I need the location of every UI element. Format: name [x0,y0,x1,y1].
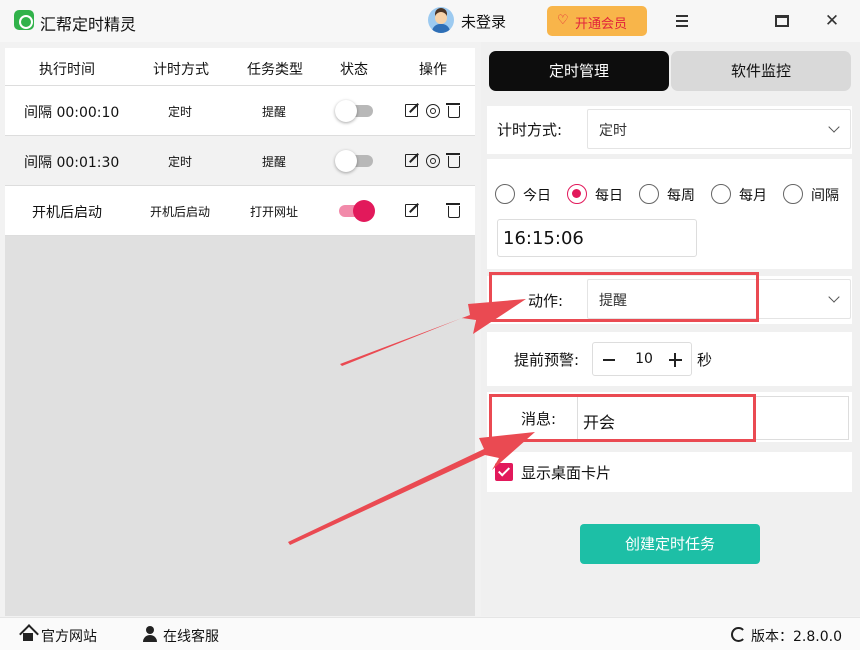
row-mode: 开机后启动 [150,205,211,219]
time-input[interactable]: 16:15:06 [497,219,697,257]
row-type: 提醒 [262,105,287,119]
advance-warning-label: 提前预警: [514,351,580,369]
version-label: 版本：2.8.0.0 [751,629,842,645]
row-time: 开机后启动 [32,205,102,221]
header-mode: 计时方式 [153,62,209,78]
user-avatar[interactable] [428,7,454,33]
create-task-button[interactable]: 创建定时任务 [580,524,760,564]
minus-icon[interactable] [603,359,615,361]
header-status: 状态 [340,62,368,78]
home-icon [20,626,36,642]
title-bar: 汇帮定时精灵 未登录 ♡ 开通会员 ✕ [0,0,860,42]
maximize-icon[interactable] [770,9,794,33]
diamond-icon: ♡ [557,13,569,28]
header-time: 执行时间 [39,62,95,78]
menu-icon[interactable] [670,9,694,33]
vip-button-label: 开通会员 [575,17,628,32]
trash-icon[interactable] [445,150,463,170]
header-type: 任务类型 [247,62,303,78]
highlight-message-box [489,394,756,442]
trash-icon[interactable] [445,200,463,220]
show-card-label: 显示桌面卡片 [521,464,612,482]
tab-software-monitor[interactable]: 软件监控 [671,51,851,91]
chevron-down-icon [828,291,840,303]
timing-mode-select[interactable]: 定时 [587,109,851,149]
edit-icon[interactable] [403,200,421,220]
timer-form-panel: 定时管理 软件监控 计时方式: 定时 今日 每日 每周 每月 间隔 16:15:… [481,42,860,616]
target-icon[interactable] [424,100,442,120]
app-title: 汇帮定时精灵 [40,15,137,34]
table-row[interactable]: 间隔 00:00:10 定时 提醒 [5,86,475,136]
edit-icon[interactable] [403,150,421,170]
task-list-panel: 执行时间 计时方式 任务类型 状态 操作 间隔 00:00:10 定时 提醒 间… [5,48,475,616]
status-toggle[interactable] [335,100,373,122]
row-type: 打开网址 [250,205,299,219]
timing-mode-card: 计时方式: 定时 [487,106,852,154]
row-time: 间隔 00:01:30 [24,155,120,171]
table-row[interactable]: 间隔 00:01:30 定时 提醒 [5,136,475,186]
header-actions: 操作 [419,62,447,78]
status-toggle[interactable] [335,200,375,222]
refresh-icon[interactable] [731,627,746,642]
row-mode: 定时 [168,155,193,169]
app-logo-icon [14,10,34,30]
target-icon[interactable] [424,150,442,170]
timing-mode-label: 计时方式: [497,121,563,139]
login-status[interactable]: 未登录 [461,11,506,32]
row-type: 提醒 [262,155,287,169]
table-row[interactable]: 开机后启动 开机后启动 打开网址 [5,186,475,236]
status-toggle[interactable] [335,150,373,172]
trash-icon[interactable] [445,100,463,120]
table-header: 执行时间 计时方式 任务类型 状态 操作 [5,48,475,86]
task-table: 执行时间 计时方式 任务类型 状态 操作 间隔 00:00:10 定时 提醒 间… [5,48,475,236]
advance-warning-unit: 秒 [697,351,713,369]
online-support-link[interactable]: 在线客服 [163,626,219,646]
official-website-link[interactable]: 官方网站 [41,626,97,646]
tab-timer-management[interactable]: 定时管理 [489,51,669,91]
edit-icon[interactable] [403,100,421,120]
row-mode: 定时 [168,105,193,119]
highlight-action-box [489,272,759,322]
show-card-row: 显示桌面卡片 [487,452,852,492]
show-card-checkbox[interactable] [495,463,513,481]
customer-service-icon [142,626,158,642]
advance-warning-stepper[interactable]: 10 [592,342,692,376]
row-time: 间隔 00:00:10 [24,105,120,121]
close-icon[interactable]: ✕ [820,9,844,33]
stepper-value: 10 [635,351,653,367]
status-bar: 官方网站 在线客服 版本：2.8.0.0 [0,617,860,650]
timing-mode-value: 定时 [599,123,627,139]
chevron-down-icon [828,121,840,133]
vip-button[interactable]: ♡ 开通会员 [547,6,647,36]
